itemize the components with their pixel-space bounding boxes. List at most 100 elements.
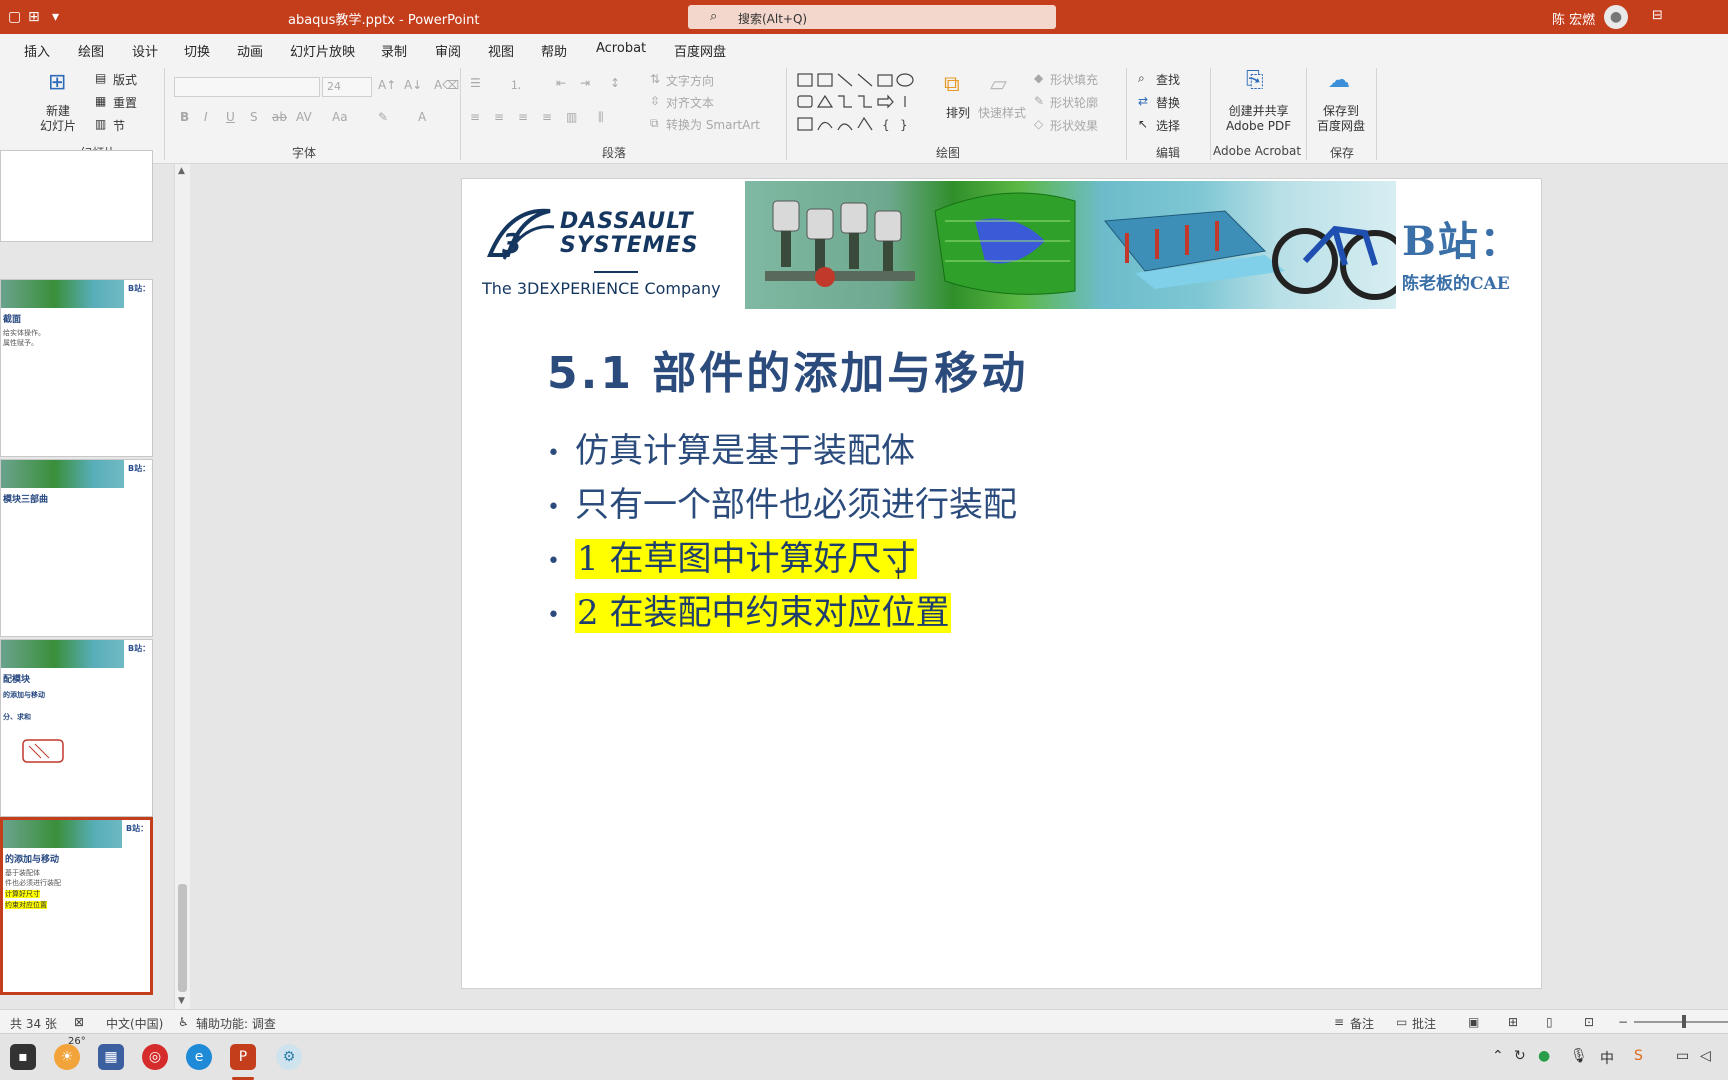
bold-icon[interactable]: B	[180, 110, 189, 124]
tray-overflow-icon[interactable]: ⌃	[1492, 1048, 1504, 1064]
search-box[interactable]: ⌕ 搜索(Alt+Q)	[688, 5, 1056, 29]
powerpoint-icon[interactable]: P	[230, 1044, 256, 1070]
slide-thumbnail[interactable]	[0, 150, 153, 242]
tab-review[interactable]: 审阅	[435, 41, 461, 60]
network-icon[interactable]: ▭	[1676, 1048, 1689, 1064]
create-share-pdf-button[interactable]: 创建并共享 Adobe PDF	[1226, 104, 1291, 134]
slide-thumbnail[interactable]: B站： 截面 给实体操作。 属性赋予。	[0, 279, 153, 457]
select-button[interactable]: 选择	[1156, 117, 1180, 134]
save-to-baidu-button[interactable]: 保存到 百度网盘	[1317, 104, 1365, 134]
bullet-item[interactable]: • 1 在草图中计算好尺寸	[547, 531, 918, 580]
font-name-combo[interactable]	[174, 77, 320, 97]
align-right-icon[interactable]: ≡	[518, 110, 528, 124]
spellcheck-icon[interactable]: ⊠	[74, 1015, 84, 1029]
justify-icon[interactable]: ≡	[542, 110, 552, 124]
align-center-icon[interactable]: ≡	[494, 110, 504, 124]
netease-music-icon[interactable]: ◎	[142, 1044, 168, 1070]
slide-thumbnail[interactable]: B站： 配模块 的添加与移动 分、求和	[0, 639, 153, 817]
tab-design[interactable]: 设计	[132, 41, 158, 60]
wechat-icon[interactable]: ●	[1538, 1048, 1550, 1064]
microphone-icon[interactable]: 🎙	[1570, 1048, 1588, 1064]
columns-icon[interactable]: ⫼	[598, 110, 604, 125]
tab-view[interactable]: 视图	[488, 41, 514, 60]
shadow-icon[interactable]: S	[250, 110, 258, 124]
quick-access-dropdown-icon[interactable]: ▾	[52, 9, 59, 25]
italic-icon[interactable]: I	[204, 110, 208, 124]
shape-fill-button[interactable]: 形状填充	[1050, 71, 1098, 88]
tab-animations[interactable]: 动画	[237, 41, 263, 60]
bullet-item[interactable]: • 仿真计算是基于装配体	[547, 423, 915, 472]
zoom-slider-thumb[interactable]	[1682, 1015, 1686, 1028]
tab-record[interactable]: 录制	[381, 41, 407, 60]
slide-canvas[interactable]: 3 DASSAULT SYSTEMES The 3DEXPERIENCE Com…	[461, 178, 1542, 989]
convert-smartart-button[interactable]: 转换为 SmartArt	[666, 116, 760, 133]
arrange-button[interactable]: 排列	[946, 104, 970, 121]
underline-icon[interactable]: U	[226, 110, 235, 124]
strikethrough-icon[interactable]: ab	[272, 110, 287, 124]
slide-thumbnail-selected[interactable]: B站： 的添加与移动 基于装配体 件也必须进行装配 计算好尺寸 约束对应位置	[0, 817, 153, 995]
tab-acrobat[interactable]: Acrobat	[596, 41, 646, 56]
task-view-icon[interactable]: ▪	[10, 1044, 36, 1070]
quick-styles-button[interactable]: 快速样式	[978, 104, 1026, 121]
calculator-icon[interactable]: ▦	[98, 1044, 124, 1070]
tab-transitions[interactable]: 切换	[184, 41, 210, 60]
tab-insert[interactable]: 插入	[24, 41, 50, 60]
clear-format-icon[interactable]: A⌫	[434, 78, 459, 92]
numbering-icon[interactable]: ⒈	[510, 76, 522, 93]
slide-sorter-icon[interactable]: ⊞	[1508, 1015, 1518, 1029]
edge-browser-icon[interactable]: e	[186, 1044, 212, 1070]
language-indicator[interactable]: 中文(中国)	[106, 1015, 163, 1032]
char-spacing-icon[interactable]: AV	[296, 110, 312, 124]
slideshow-view-icon[interactable]: ⊡	[1584, 1015, 1594, 1029]
replace-button[interactable]: 替换	[1156, 94, 1180, 111]
thumbnail-scrollbar[interactable]: ▲ ▼	[174, 164, 190, 1009]
reset-button[interactable]: 重置	[113, 94, 137, 111]
shapes-gallery[interactable]: {}	[796, 72, 936, 134]
font-size-combo[interactable]: 24	[322, 77, 372, 97]
shape-effects-button[interactable]: 形状效果	[1050, 117, 1098, 134]
shrink-font-icon[interactable]: A↓	[404, 78, 422, 92]
comments-button[interactable]: 批注	[1412, 1015, 1436, 1032]
zoom-out-icon[interactable]: −	[1618, 1015, 1628, 1029]
bullets-icon[interactable]: ☰	[470, 76, 481, 90]
save-icon[interactable]: ▢	[8, 9, 21, 25]
present-icon[interactable]: ⊞	[28, 9, 40, 25]
line-spacing-icon[interactable]: ↕	[610, 76, 620, 90]
bullet-item[interactable]: • 2 在装配中约束对应位置	[547, 585, 952, 634]
avatar-icon[interactable]: ●	[1604, 5, 1628, 29]
normal-view-icon[interactable]: ▣	[1468, 1015, 1479, 1029]
grow-font-icon[interactable]: A↑	[378, 78, 396, 92]
reading-view-icon[interactable]: ▯	[1546, 1015, 1553, 1029]
layout-button[interactable]: 版式	[113, 71, 137, 88]
highlight-icon[interactable]: ✎	[378, 110, 388, 124]
section-button[interactable]: 节	[113, 117, 125, 134]
scrollbar-thumb[interactable]	[178, 884, 187, 992]
scroll-down-icon[interactable]: ▼	[178, 996, 185, 1006]
bullet-item[interactable]: • 只有一个部件也必须进行装配	[547, 477, 1017, 526]
accessibility-status[interactable]: 辅助功能: 调查	[196, 1015, 276, 1032]
ribbon-display-options-icon[interactable]: ⊟	[1652, 8, 1663, 23]
sync-icon[interactable]: ↻	[1514, 1048, 1526, 1064]
sogou-icon[interactable]: S	[1634, 1048, 1643, 1064]
abaqus-icon[interactable]: ⚙	[276, 1044, 302, 1070]
increase-indent-icon[interactable]: ⇥	[580, 76, 590, 90]
text-direction-button[interactable]: 文字方向	[666, 72, 714, 89]
tab-draw[interactable]: 绘图	[78, 41, 104, 60]
new-slide-button[interactable]: 新建 幻灯片	[40, 104, 76, 134]
ime-icon[interactable]: 中	[1600, 1048, 1614, 1068]
distributed-icon[interactable]: ▥	[566, 110, 577, 124]
slide-thumbnail[interactable]: B站： 模块三部曲	[0, 459, 153, 637]
align-text-button[interactable]: 对齐文本	[666, 94, 714, 111]
user-name[interactable]: 陈 宏燃	[1552, 9, 1595, 28]
shape-outline-button[interactable]: 形状轮廓	[1050, 94, 1098, 111]
tab-help[interactable]: 帮助	[541, 41, 567, 60]
align-left-icon[interactable]: ≡	[470, 110, 480, 124]
notes-button[interactable]: 备注	[1350, 1015, 1374, 1032]
slide-title[interactable]: 5.1 部件的添加与移动	[547, 337, 1028, 401]
decrease-indent-icon[interactable]: ⇤	[556, 76, 566, 90]
font-color-icon[interactable]: A	[418, 110, 426, 124]
scroll-up-icon[interactable]: ▲	[178, 166, 185, 176]
volume-icon[interactable]: ◁	[1700, 1048, 1711, 1064]
find-button[interactable]: 查找	[1156, 71, 1180, 88]
zoom-slider[interactable]	[1634, 1021, 1728, 1023]
